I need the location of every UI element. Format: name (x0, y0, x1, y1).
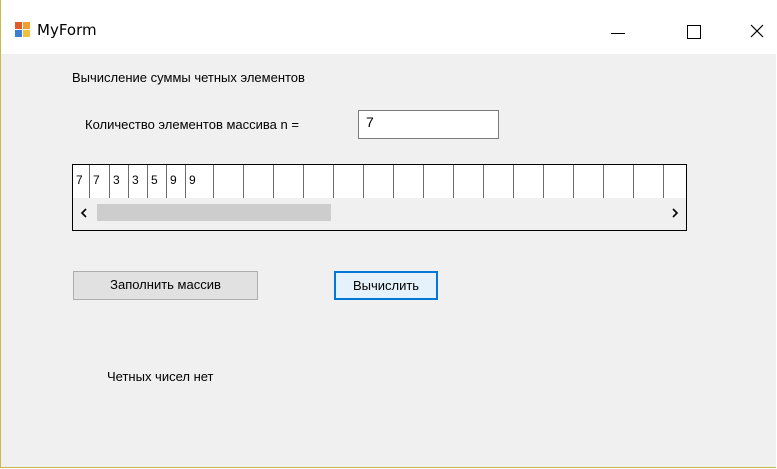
array-cell[interactable] (544, 165, 574, 198)
array-cell[interactable] (514, 165, 544, 198)
array-cell[interactable] (574, 165, 604, 198)
array-cell[interactable] (274, 165, 304, 198)
chevron-right-icon (672, 208, 679, 218)
array-cell[interactable] (304, 165, 334, 198)
result-label: Четных чисел нет (107, 369, 214, 384)
window-title: MyForm (37, 21, 97, 39)
close-button[interactable] (737, 16, 777, 46)
maximize-button[interactable] (673, 16, 717, 46)
array-cell[interactable]: 7 (73, 165, 90, 198)
fill-array-button[interactable]: Заполнить массив (73, 271, 258, 300)
array-cell[interactable] (634, 165, 664, 198)
minimize-icon (611, 33, 625, 34)
main-window: MyForm Вычисление суммы четных элементов… (0, 0, 776, 468)
app-form-icon (15, 22, 31, 38)
array-cell[interactable]: 9 (186, 165, 214, 198)
horizontal-scrollbar[interactable] (73, 202, 686, 223)
title-bar[interactable]: MyForm (1, 0, 776, 54)
array-cell[interactable] (604, 165, 634, 198)
scroll-right-button[interactable] (664, 202, 686, 223)
array-cell[interactable] (394, 165, 424, 198)
minimize-button[interactable] (597, 16, 641, 46)
chevron-left-icon (80, 208, 87, 218)
array-cell[interactable]: 3 (110, 165, 129, 198)
array-cell[interactable]: 3 (129, 165, 148, 198)
heading-label: Вычисление суммы четных элементов (72, 70, 305, 85)
close-icon (750, 24, 764, 38)
element-count-label: Количество элементов массива n = (85, 117, 299, 132)
array-cell[interactable] (364, 165, 394, 198)
array-cell[interactable] (484, 165, 514, 198)
scroll-thumb[interactable] (97, 204, 331, 221)
element-count-input[interactable]: 7 (358, 110, 499, 139)
array-cell[interactable] (334, 165, 364, 198)
array-cell[interactable]: 5 (148, 165, 167, 198)
array-cell[interactable] (214, 165, 244, 198)
array-row: 7733599 (73, 165, 686, 198)
scroll-left-button[interactable] (73, 202, 95, 223)
maximize-icon (687, 25, 701, 39)
array-cell[interactable]: 7 (90, 165, 110, 198)
array-cell[interactable] (244, 165, 274, 198)
calculate-button[interactable]: Вычислить (334, 271, 438, 300)
array-cell[interactable] (424, 165, 454, 198)
array-cell[interactable]: 9 (167, 165, 186, 198)
array-grid[interactable]: 7733599 (72, 164, 687, 231)
array-cell[interactable] (454, 165, 484, 198)
